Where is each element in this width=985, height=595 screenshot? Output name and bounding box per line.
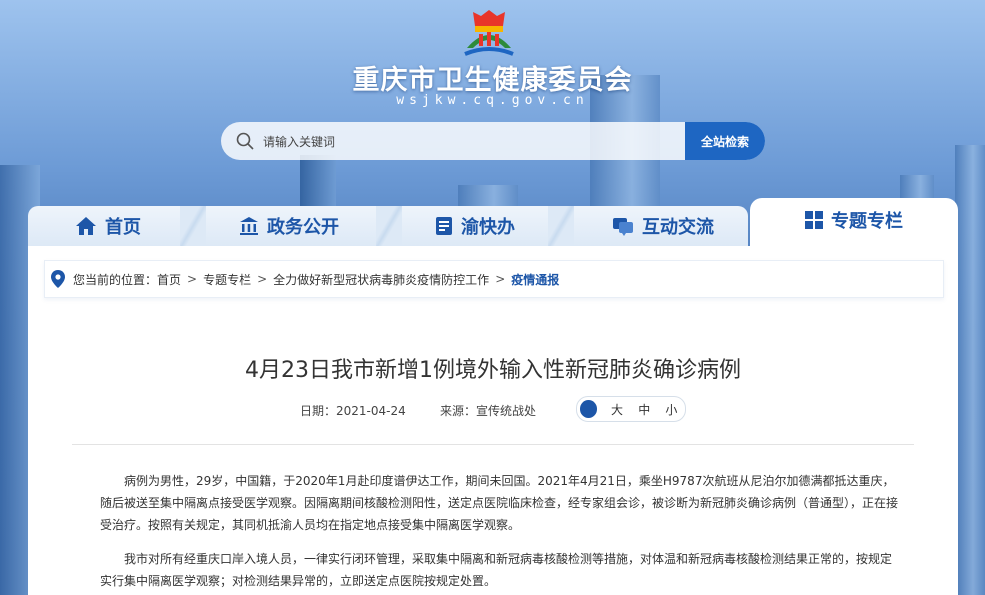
breadcrumb-item-special-topics[interactable]: 专题专栏 (203, 271, 251, 288)
nav-divider (548, 206, 574, 246)
article-paragraph: 我市对所有经重庆口岸入境人员，一律实行闭环管理，采取集中隔离和新冠病毒核酸检测等… (100, 552, 893, 588)
breadcrumb-item-epidemic-prevention[interactable]: 全力做好新型冠状病毒肺炎疫情防控工作 (273, 271, 489, 288)
nav-item-yukuaiban[interactable]: 渝快办 (420, 206, 530, 246)
divider (72, 444, 914, 445)
home-icon (76, 217, 96, 235)
nav-item-special-topics[interactable]: 专题专栏 (794, 200, 914, 240)
nav-item-label: 互动交流 (642, 217, 714, 238)
search-input[interactable] (261, 122, 685, 160)
search-icon (236, 132, 254, 150)
content-panel: 您当前的位置： 首页 > 专题专栏 > 全力做好新型冠状病毒肺炎疫情防控工作 >… (28, 246, 958, 595)
nav-item-government-affairs[interactable]: 政务公开 (224, 206, 354, 246)
nav-item-label: 首页 (105, 217, 141, 238)
nav-item-label: 专题专栏 (831, 211, 903, 232)
nav-item-label: 政务公开 (267, 217, 339, 238)
breadcrumb-separator: > (495, 272, 506, 286)
chat-icon (613, 218, 633, 236)
breadcrumb-item-current[interactable]: 疫情通报 (511, 271, 559, 288)
breadcrumb-separator: > (187, 272, 198, 286)
breadcrumb: 您当前的位置： 首页 > 专题专栏 > 全力做好新型冠状病毒肺炎疫情防控工作 >… (44, 260, 944, 298)
breadcrumb-item-home[interactable]: 首页 (157, 271, 181, 288)
breadcrumb-prefix: 您当前的位置： (73, 272, 158, 287)
search-bar: 全站检索 (221, 122, 765, 160)
breadcrumb-separator: > (257, 272, 268, 286)
font-size-small[interactable]: 小 (658, 401, 685, 418)
article-source: 来源：宣传统战处 (440, 404, 537, 418)
article-paragraph: 病例为男性，29岁，中国籍，于2020年1月赴印度谱伊达工作，期间未回国。202… (100, 474, 899, 532)
site-title: 重庆市卫生健康委员会 (352, 65, 633, 96)
site-domain: wsjkw.cq.gov.cn (396, 93, 589, 108)
nav-item-interaction[interactable]: 互动交流 (598, 206, 728, 246)
font-size-switcher: 大 中 小 (576, 396, 686, 422)
nav-divider (180, 206, 206, 246)
location-pin-icon (51, 270, 65, 288)
main-nav: 首页 政务公开 渝快办 互动交流 专题专栏 (28, 198, 958, 246)
article-title: 4月23日我市新增1例境外输入性新冠肺炎确诊病例 (245, 358, 741, 383)
article-date: 日期：2021-04-24 (300, 404, 406, 418)
search-button[interactable]: 全站检索 (685, 122, 765, 160)
nav-item-home[interactable]: 首页 (48, 206, 168, 246)
government-building-icon (240, 217, 258, 235)
font-size-icon (580, 400, 598, 418)
grid-icon (805, 211, 823, 229)
nav-divider (376, 206, 402, 246)
font-size-medium[interactable]: 中 (631, 401, 658, 418)
building-decoration (955, 145, 985, 595)
site-logo[interactable] (461, 8, 517, 60)
nav-item-label: 渝快办 (461, 217, 515, 238)
document-icon (436, 217, 452, 235)
font-size-large[interactable]: 大 (603, 401, 630, 418)
